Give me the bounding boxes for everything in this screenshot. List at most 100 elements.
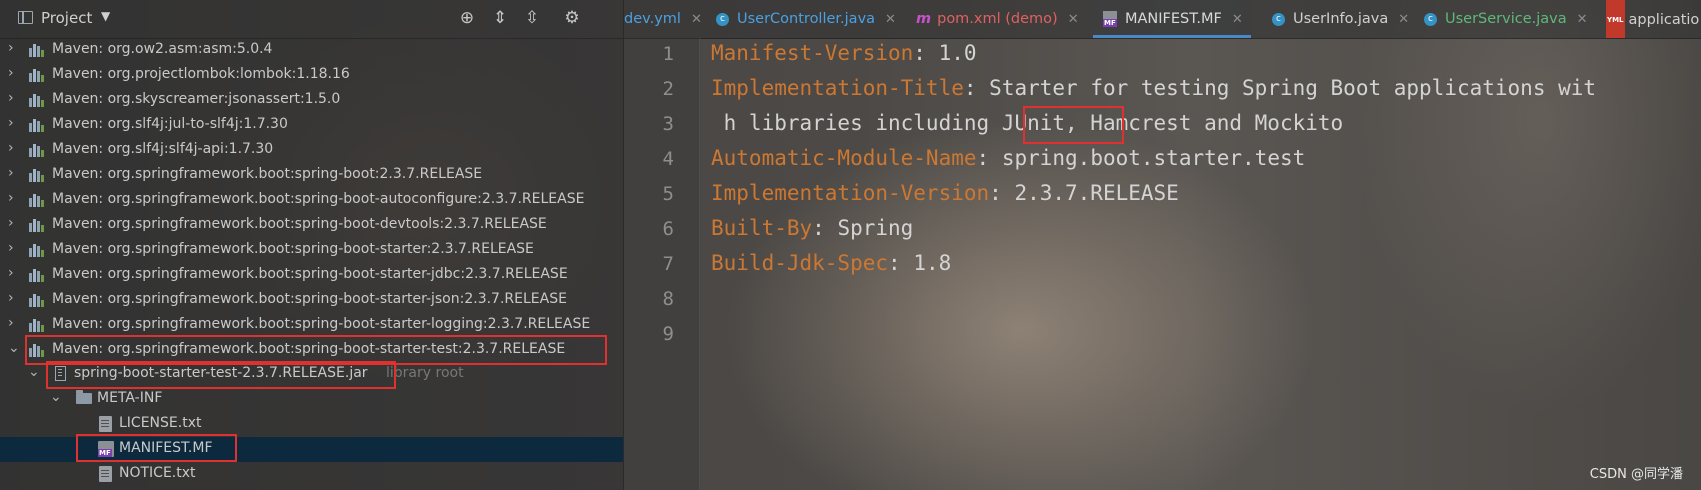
tree-row-library[interactable]: › Maven: org.ow2.asm:asm:5.0.4 — [0, 38, 623, 63]
chevron-right-icon[interactable]: › — [8, 65, 14, 81]
chevron-down-icon[interactable]: ⌄ — [50, 389, 62, 405]
library-root-label: library root — [386, 365, 464, 381]
tree-row-library[interactable]: › Maven: org.springframework.boot:spring-… — [0, 263, 623, 288]
separator: : — [963, 76, 990, 100]
tab-manifest-mf[interactable]: MANIFEST.MF ✕ — [1093, 0, 1251, 38]
chevron-right-icon[interactable]: › — [8, 90, 14, 106]
separator: : — [812, 216, 838, 240]
close-icon[interactable]: ✕ — [885, 12, 896, 27]
line-number: 3 — [662, 113, 674, 135]
chevron-right-icon[interactable]: › — [8, 115, 14, 131]
library-icon — [29, 294, 44, 307]
chevron-right-icon[interactable]: › — [8, 240, 14, 256]
library-icon — [29, 94, 44, 107]
chevron-down-icon[interactable]: ⌄ — [8, 340, 20, 356]
tree-row-library[interactable]: › Maven: org.slf4j:jul-to-slf4j:1.7.30 — [0, 113, 623, 138]
line-number: 8 — [662, 288, 674, 310]
library-label: Maven: org.ow2.asm:asm:5.0.4 — [52, 41, 273, 57]
tab-application[interactable]: YML applicatio — [1606, 0, 1699, 38]
library-label: Maven: org.slf4j:jul-to-slf4j:1.7.30 — [52, 116, 288, 132]
tree-row-notice[interactable]: NOTICE.txt — [0, 462, 623, 487]
code-line[interactable]: Implementation-Title: Starter for testin… — [711, 76, 1596, 100]
separator: : — [989, 181, 1015, 205]
class-icon: c — [1272, 12, 1285, 26]
close-icon[interactable]: ✕ — [691, 12, 702, 27]
chevron-down-icon[interactable]: ⌄ — [28, 364, 40, 380]
manifest-value: spring.boot.starter.test — [1001, 146, 1306, 170]
project-title[interactable]: Project — [41, 9, 92, 27]
project-panel-header: Project ▼ ⊕ ⇕ ⇳ ⚙ — [0, 0, 623, 39]
tab-user-service[interactable]: c UserService.java ✕ — [1424, 0, 1588, 38]
tab-label: applicatio — [1628, 12, 1700, 28]
library-label: Maven: org.projectlombok:lombok:1.18.16 — [52, 66, 350, 82]
manifest-value: h libraries including — [711, 111, 1002, 135]
tree-row-library[interactable]: › Maven: org.springframework.boot:spring-… — [0, 188, 623, 213]
tree-row-library[interactable]: › Maven: org.springframework.boot:spring-… — [0, 163, 623, 188]
highlight-box — [76, 434, 237, 462]
tree-row-library[interactable]: › Maven: org.skyscreamer:jsonassert:1.5.0 — [0, 88, 623, 113]
library-label: Maven: org.springframework.boot:spring-b… — [52, 291, 567, 307]
close-icon[interactable]: ✕ — [1068, 12, 1079, 27]
highlight-box — [46, 361, 396, 389]
tab-pom-xml[interactable]: m pom.xml (demo) ✕ — [916, 0, 1079, 38]
code-line[interactable]: Manifest-Version: 1.0 — [711, 41, 977, 65]
code-line[interactable]: Automatic-Module-Name: spring.boot.start… — [711, 146, 1305, 170]
tree-row-library[interactable]: › Maven: org.projectlombok:lombok:1.18.16 — [0, 63, 623, 88]
text-file-icon — [99, 416, 112, 432]
target-icon[interactable]: ⊕ — [457, 8, 477, 28]
manifest-key: Built-By — [711, 216, 813, 240]
chevron-right-icon[interactable]: › — [8, 165, 14, 181]
chevron-right-icon[interactable]: › — [8, 190, 14, 206]
manifest-key: Implementation-Version — [711, 181, 990, 205]
line-number: 1 — [662, 43, 674, 65]
library-label: Maven: org.springframework.boot:spring-b… — [52, 241, 534, 257]
library-icon — [29, 44, 44, 57]
folder-icon — [76, 390, 92, 404]
tree-row-meta-inf[interactable]: ⌄ META-INF — [0, 387, 623, 412]
manifest-value: 1.8 — [913, 251, 952, 275]
library-icon — [29, 144, 44, 157]
chevron-right-icon[interactable]: › — [8, 215, 14, 231]
tab-label: MANIFEST.MF — [1125, 11, 1222, 27]
chevron-right-icon[interactable]: › — [8, 315, 14, 331]
code-line[interactable]: Built-By: Spring — [711, 216, 913, 240]
manifest-value: 2.3.7.RELEASE — [1014, 181, 1179, 205]
library-label: Maven: org.springframework.boot:spring-b… — [52, 316, 591, 332]
chevron-right-icon[interactable]: › — [8, 290, 14, 306]
tab-user-info[interactable]: c UserInfo.java ✕ — [1272, 0, 1409, 38]
separator: : — [888, 251, 914, 275]
tab-dev-yml[interactable]: dev.yml ✕ — [624, 0, 702, 38]
manifest-file-icon — [1103, 11, 1117, 27]
manifest-key: Automatic-Module-Name — [711, 146, 977, 170]
tree-row-library[interactable]: › Maven: org.springframework.boot:spring-… — [0, 288, 623, 313]
library-icon — [29, 319, 44, 332]
line-number: 2 — [662, 78, 674, 100]
tree-row-library[interactable]: › Maven: org.slf4j:slf4j-api:1.7.30 — [0, 138, 623, 163]
chevron-down-icon[interactable]: ▼ — [101, 9, 110, 23]
chevron-right-icon[interactable]: › — [8, 40, 14, 56]
gear-icon[interactable]: ⚙ — [562, 8, 582, 28]
tree-row-library[interactable]: › Maven: org.springframework.boot:spring-… — [0, 213, 623, 238]
library-label: Maven: org.springframework.boot:spring-b… — [52, 216, 547, 232]
tab-user-controller[interactable]: c UserController.java ✕ — [716, 0, 896, 38]
chevron-right-icon[interactable]: › — [8, 140, 14, 156]
watermark: CSDN @同学潘 — [1589, 467, 1683, 482]
line-number: 4 — [662, 148, 674, 170]
tab-label: UserService.java — [1445, 11, 1567, 27]
text-file-icon — [99, 466, 112, 482]
collapse-all-icon[interactable]: ⇳ — [522, 8, 542, 28]
class-icon: c — [1424, 12, 1437, 26]
close-icon[interactable]: ✕ — [1398, 12, 1409, 27]
folder-label: META-INF — [97, 390, 163, 406]
chevron-right-icon[interactable]: › — [8, 265, 14, 281]
expand-all-icon[interactable]: ⇕ — [490, 8, 510, 28]
code-line[interactable]: Build-Jdk-Spec: 1.8 — [711, 251, 951, 275]
line-number: 5 — [662, 183, 674, 205]
tree-row-library[interactable]: › Maven: org.springframework.boot:spring-… — [0, 238, 623, 263]
close-icon[interactable]: ✕ — [1577, 12, 1588, 27]
close-icon[interactable]: ✕ — [1232, 12, 1243, 27]
separator: : — [976, 146, 1002, 170]
library-label: Maven: org.skyscreamer:jsonassert:1.5.0 — [52, 91, 341, 107]
code-line[interactable]: Implementation-Version: 2.3.7.RELEASE — [711, 181, 1179, 205]
library-label: Maven: org.slf4j:slf4j-api:1.7.30 — [52, 141, 274, 157]
